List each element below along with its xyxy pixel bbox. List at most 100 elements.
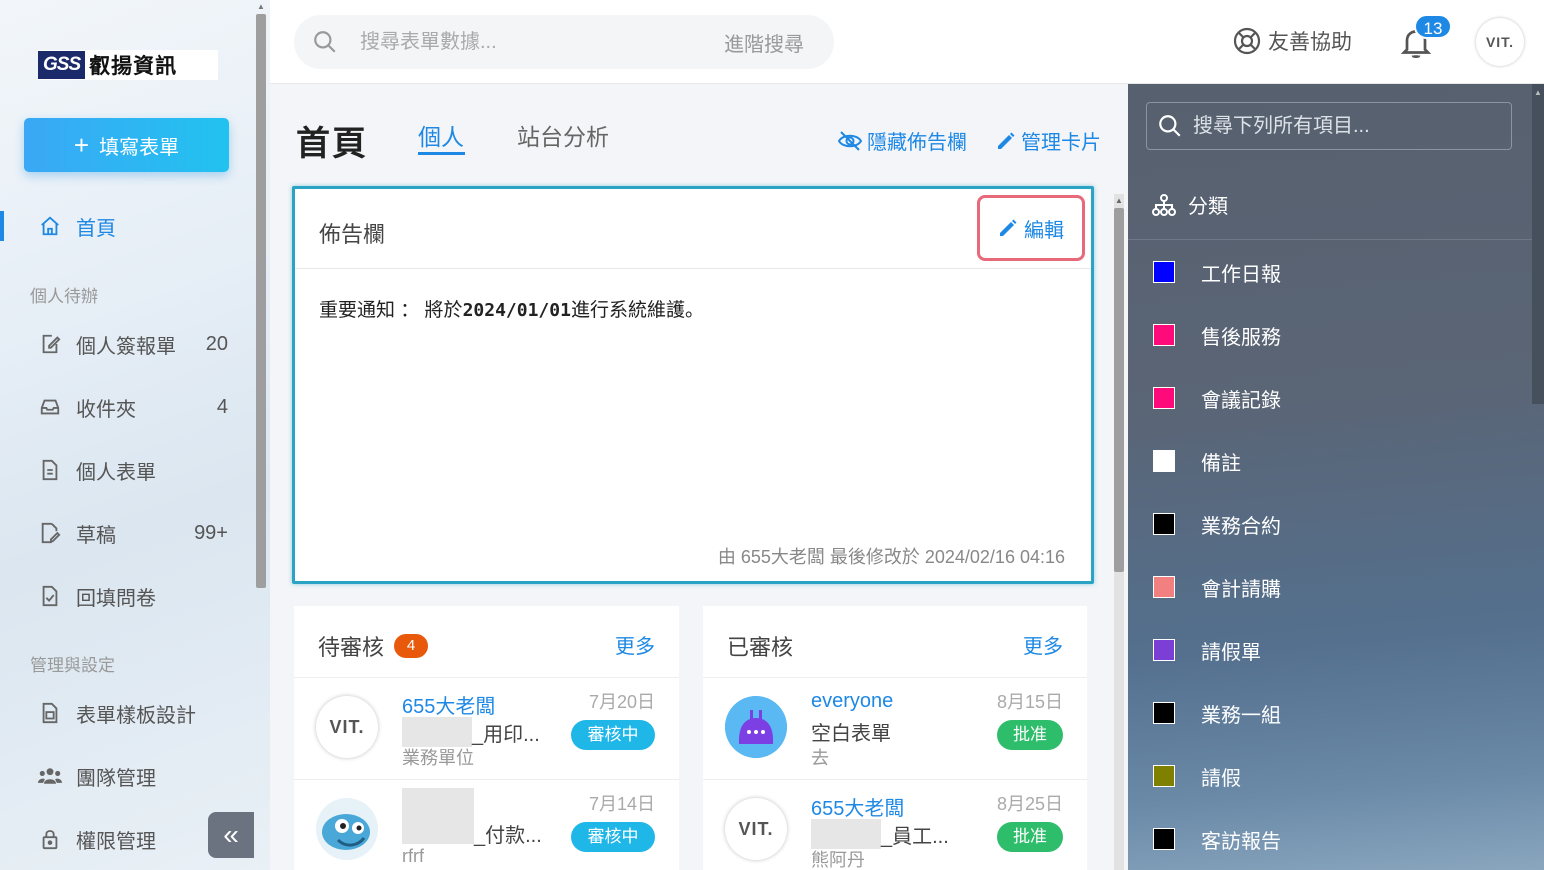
category-item-label: 工作日報: [1201, 263, 1281, 286]
category-item[interactable]: 工作日報: [1153, 259, 1281, 286]
redacted-block: [402, 717, 472, 747]
checklist-icon: [38, 584, 62, 608]
sidebar-item-survey[interactable]: 回填問卷: [38, 581, 228, 611]
edit-bulletin-button[interactable]: 編輯: [977, 195, 1085, 261]
row-meta: 熊阿丹: [811, 850, 865, 870]
hierarchy-icon: [1152, 193, 1176, 216]
row-form: _員工...: [811, 819, 949, 849]
avatar: [725, 696, 787, 758]
category-item[interactable]: 請假: [1153, 763, 1241, 790]
category-search-input[interactable]: [1193, 114, 1493, 138]
collapse-sidebar-button[interactable]: «: [208, 812, 254, 858]
table-row[interactable]: _付款... rfrf 7月14日 審核中: [294, 780, 679, 870]
category-item[interactable]: 會計請購: [1153, 574, 1281, 601]
category-item[interactable]: 請假單: [1153, 637, 1261, 664]
advanced-search-link[interactable]: 進階搜尋: [724, 28, 804, 57]
category-item[interactable]: 業務一組: [1153, 700, 1281, 727]
sidebar-item-personal-forms[interactable]: 個人表單: [38, 455, 228, 485]
form-search-input[interactable]: [360, 30, 680, 54]
scroll-up-icon[interactable]: ▲: [256, 2, 266, 12]
sidebar-item-label: 個人表單: [76, 461, 156, 484]
hide-bulletin-button[interactable]: 隱藏佈告欄: [838, 126, 967, 155]
user-avatar[interactable]: VIT.: [1476, 18, 1524, 66]
lock-icon: [38, 827, 62, 851]
approved-card-header: 已審核 更多: [703, 606, 1087, 678]
sidebar-scrollbar[interactable]: [256, 14, 266, 588]
sidebar-item-count: 99+: [194, 521, 228, 544]
scroll-up-icon[interactable]: ▲: [1532, 88, 1544, 97]
table-row[interactable]: VIT. 655大老闆 _員工... 熊阿丹 8月25日 批准: [703, 780, 1087, 870]
robot-avatar-icon: [725, 696, 787, 758]
sidebar-item-home[interactable]: 首頁: [38, 211, 228, 241]
category-item-label: 請假: [1201, 767, 1241, 790]
sidebar-item-inbox[interactable]: 收件夾 4: [38, 392, 228, 422]
panel-scrollbar[interactable]: [1532, 84, 1544, 404]
row-meta: rfrf: [402, 846, 424, 866]
main-content: 首頁 個人 站台分析 隱藏佈告欄 管理卡片 ▲ 佈告欄 編輯 重要通知 ： 將於…: [270, 84, 1128, 870]
approved-title-label: 已審核: [727, 635, 794, 660]
tab-personal[interactable]: 個人: [418, 118, 464, 152]
avatar: [316, 798, 378, 860]
row-user: everyone: [811, 690, 894, 712]
color-swatch: [1153, 639, 1175, 661]
status-badge: 批准: [997, 822, 1063, 852]
category-item-label: 業務一組: [1201, 704, 1281, 727]
sidebar-item-permissions[interactable]: 權限管理: [38, 824, 228, 854]
divider: [1128, 239, 1532, 240]
logo-mark: GSS: [38, 51, 86, 79]
bulletin-modified-info: 由 655大老闆 最後修改於 2024/02/16 04:16: [717, 547, 1065, 567]
pending-title-label: 待審核: [318, 635, 385, 660]
category-search-bar[interactable]: [1146, 102, 1512, 150]
category-item[interactable]: 會議記錄: [1153, 385, 1281, 412]
status-badge: 審核中: [571, 822, 655, 852]
sidebar-item-label: 團隊管理: [76, 767, 156, 790]
sidebar-item-template-design[interactable]: 表單樣板設計: [38, 698, 228, 728]
logo: GSS 叡揚資訊: [38, 50, 218, 80]
help-label: 友善協助: [1268, 31, 1352, 54]
section-admin: 管理與設定: [30, 656, 115, 675]
category-item-label: 會議記錄: [1201, 389, 1281, 412]
pending-card: 待審核 4 更多 VIT. 655大老闆 _用印... 業務單位 7月20日 審…: [294, 606, 679, 870]
notice-prefix: 重要通知 ： 將於: [319, 300, 463, 321]
category-header: 分類: [1152, 190, 1228, 219]
sidebar-item-label: 回填問卷: [76, 587, 156, 610]
category-item[interactable]: 客訪報告: [1153, 826, 1281, 853]
help-button[interactable]: 友善協助: [1232, 26, 1352, 56]
tab-site-analytics[interactable]: 站台分析: [517, 118, 609, 152]
category-item-label: 客訪報告: [1201, 830, 1281, 853]
scroll-up-icon[interactable]: ▲: [1114, 196, 1124, 205]
pencil-icon: [1000, 219, 1017, 236]
row-meta: 去: [811, 748, 829, 768]
approved-more-link[interactable]: 更多: [1023, 630, 1063, 659]
row-form-name: _付款...: [474, 825, 542, 847]
table-row[interactable]: VIT. 655大老闆 _用印... 業務單位 7月20日 審核中: [294, 678, 679, 780]
category-item-label: 業務合約: [1201, 515, 1281, 538]
sidebar-item-label: 個人簽報單: [76, 335, 176, 358]
category-item[interactable]: 業務合約: [1153, 511, 1281, 538]
bulletin-title: 佈告欄: [319, 222, 386, 247]
category-item[interactable]: 售後服務: [1153, 322, 1281, 349]
manage-cards-button[interactable]: 管理卡片: [996, 126, 1101, 155]
form-search-bar[interactable]: 進階搜尋: [294, 15, 834, 69]
redacted-block: [811, 819, 881, 849]
sidebar-item-signoff[interactable]: 個人簽報單 20: [38, 329, 228, 359]
fill-form-button[interactable]: + 填寫表單: [24, 118, 229, 172]
sidebar-item-team[interactable]: 團隊管理: [38, 761, 228, 791]
row-form-name: 空白表單: [811, 723, 891, 745]
sidebar: ▲ GSS 叡揚資訊 + 填寫表單 首頁 個人待辦 個人簽報單 20 收件夾 4…: [0, 0, 270, 870]
row-user: 655大老闆: [811, 798, 905, 820]
table-row[interactable]: everyone 空白表單 去 8月15日 批准: [703, 678, 1087, 780]
pending-title: 待審核 4: [318, 630, 429, 662]
main-scrollbar[interactable]: [1114, 208, 1124, 572]
notice-suffix: 進行系統維護。: [570, 300, 704, 321]
row-form-name: _用印...: [472, 723, 540, 746]
status-badge: 審核中: [571, 720, 655, 750]
color-swatch: [1153, 261, 1175, 283]
sidebar-item-drafts[interactable]: 草稿 99+: [38, 518, 228, 548]
pending-more-link[interactable]: 更多: [615, 630, 655, 659]
eye-slash-icon: [838, 130, 862, 151]
avatar-text: VIT.: [329, 716, 365, 737]
sidebar-item-label: 收件夾: [76, 398, 136, 421]
category-item[interactable]: 備註: [1153, 448, 1241, 475]
row-date: 7月20日: [588, 692, 655, 712]
